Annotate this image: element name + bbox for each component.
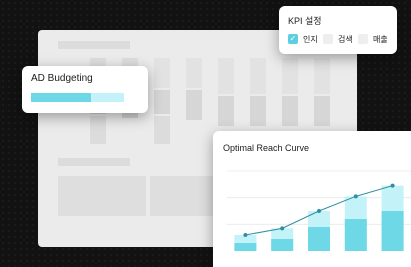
placeholder-column-segment bbox=[154, 90, 170, 114]
bar-base bbox=[344, 219, 367, 251]
ad-budgeting-card: AD Budgeting bbox=[22, 66, 148, 113]
kpi-option-awareness[interactable]: ✓ 인지 bbox=[288, 32, 318, 46]
reach-curve-point bbox=[353, 194, 358, 199]
placeholder-column-segment bbox=[154, 58, 170, 88]
kpi-option-label: 인지 bbox=[303, 34, 318, 44]
placeholder-panel bbox=[150, 176, 214, 216]
checkbox[interactable] bbox=[358, 34, 368, 44]
placeholder-column-segment bbox=[154, 116, 170, 144]
kpi-settings-card: KPI 설정 ✓ 인지 검색 매출 bbox=[279, 6, 397, 54]
optimal-reach-curve-card: Optimal Reach Curve bbox=[213, 131, 411, 267]
placeholder-column-segment bbox=[218, 58, 234, 94]
bar-base bbox=[234, 243, 257, 251]
ad-budgeting-title: AD Budgeting bbox=[31, 73, 93, 84]
budget-progress-bar bbox=[31, 93, 124, 102]
reach-chart bbox=[227, 170, 411, 251]
reach-curve-point bbox=[243, 233, 248, 237]
kpi-settings-title: KPI 설정 bbox=[288, 16, 322, 26]
placeholder-heading bbox=[58, 41, 130, 49]
placeholder-column-segment bbox=[90, 116, 106, 144]
bar-base bbox=[271, 239, 294, 251]
placeholder-column-segment bbox=[282, 58, 298, 94]
reach-curve-point bbox=[317, 209, 321, 213]
checkbox[interactable] bbox=[323, 34, 333, 44]
budget-progress-fill bbox=[31, 93, 92, 102]
kpi-option-sales[interactable]: 매출 bbox=[358, 32, 388, 46]
check-icon: ✓ bbox=[289, 34, 297, 43]
placeholder-column-segment bbox=[250, 96, 266, 126]
bar-base bbox=[308, 227, 330, 251]
placeholder-subheading bbox=[58, 158, 130, 166]
reach-curve-point bbox=[390, 183, 395, 188]
placeholder-column-segment bbox=[250, 58, 266, 94]
kpi-option-label: 매출 bbox=[373, 34, 388, 44]
placeholder-panel bbox=[58, 176, 146, 216]
placeholder-column-segment bbox=[186, 90, 202, 120]
placeholder-column-segment bbox=[314, 96, 330, 126]
placeholder-column-segment bbox=[314, 58, 330, 94]
placeholder-column-segment bbox=[282, 96, 298, 126]
kpi-option-label: 검색 bbox=[338, 34, 353, 44]
reach-curve-point bbox=[280, 226, 285, 231]
placeholder-column-segment bbox=[186, 58, 202, 88]
placeholder-column-segment bbox=[218, 96, 234, 126]
checkbox[interactable]: ✓ bbox=[288, 34, 298, 44]
kpi-option-search[interactable]: 검색 bbox=[323, 32, 353, 46]
bar-base bbox=[381, 211, 404, 251]
